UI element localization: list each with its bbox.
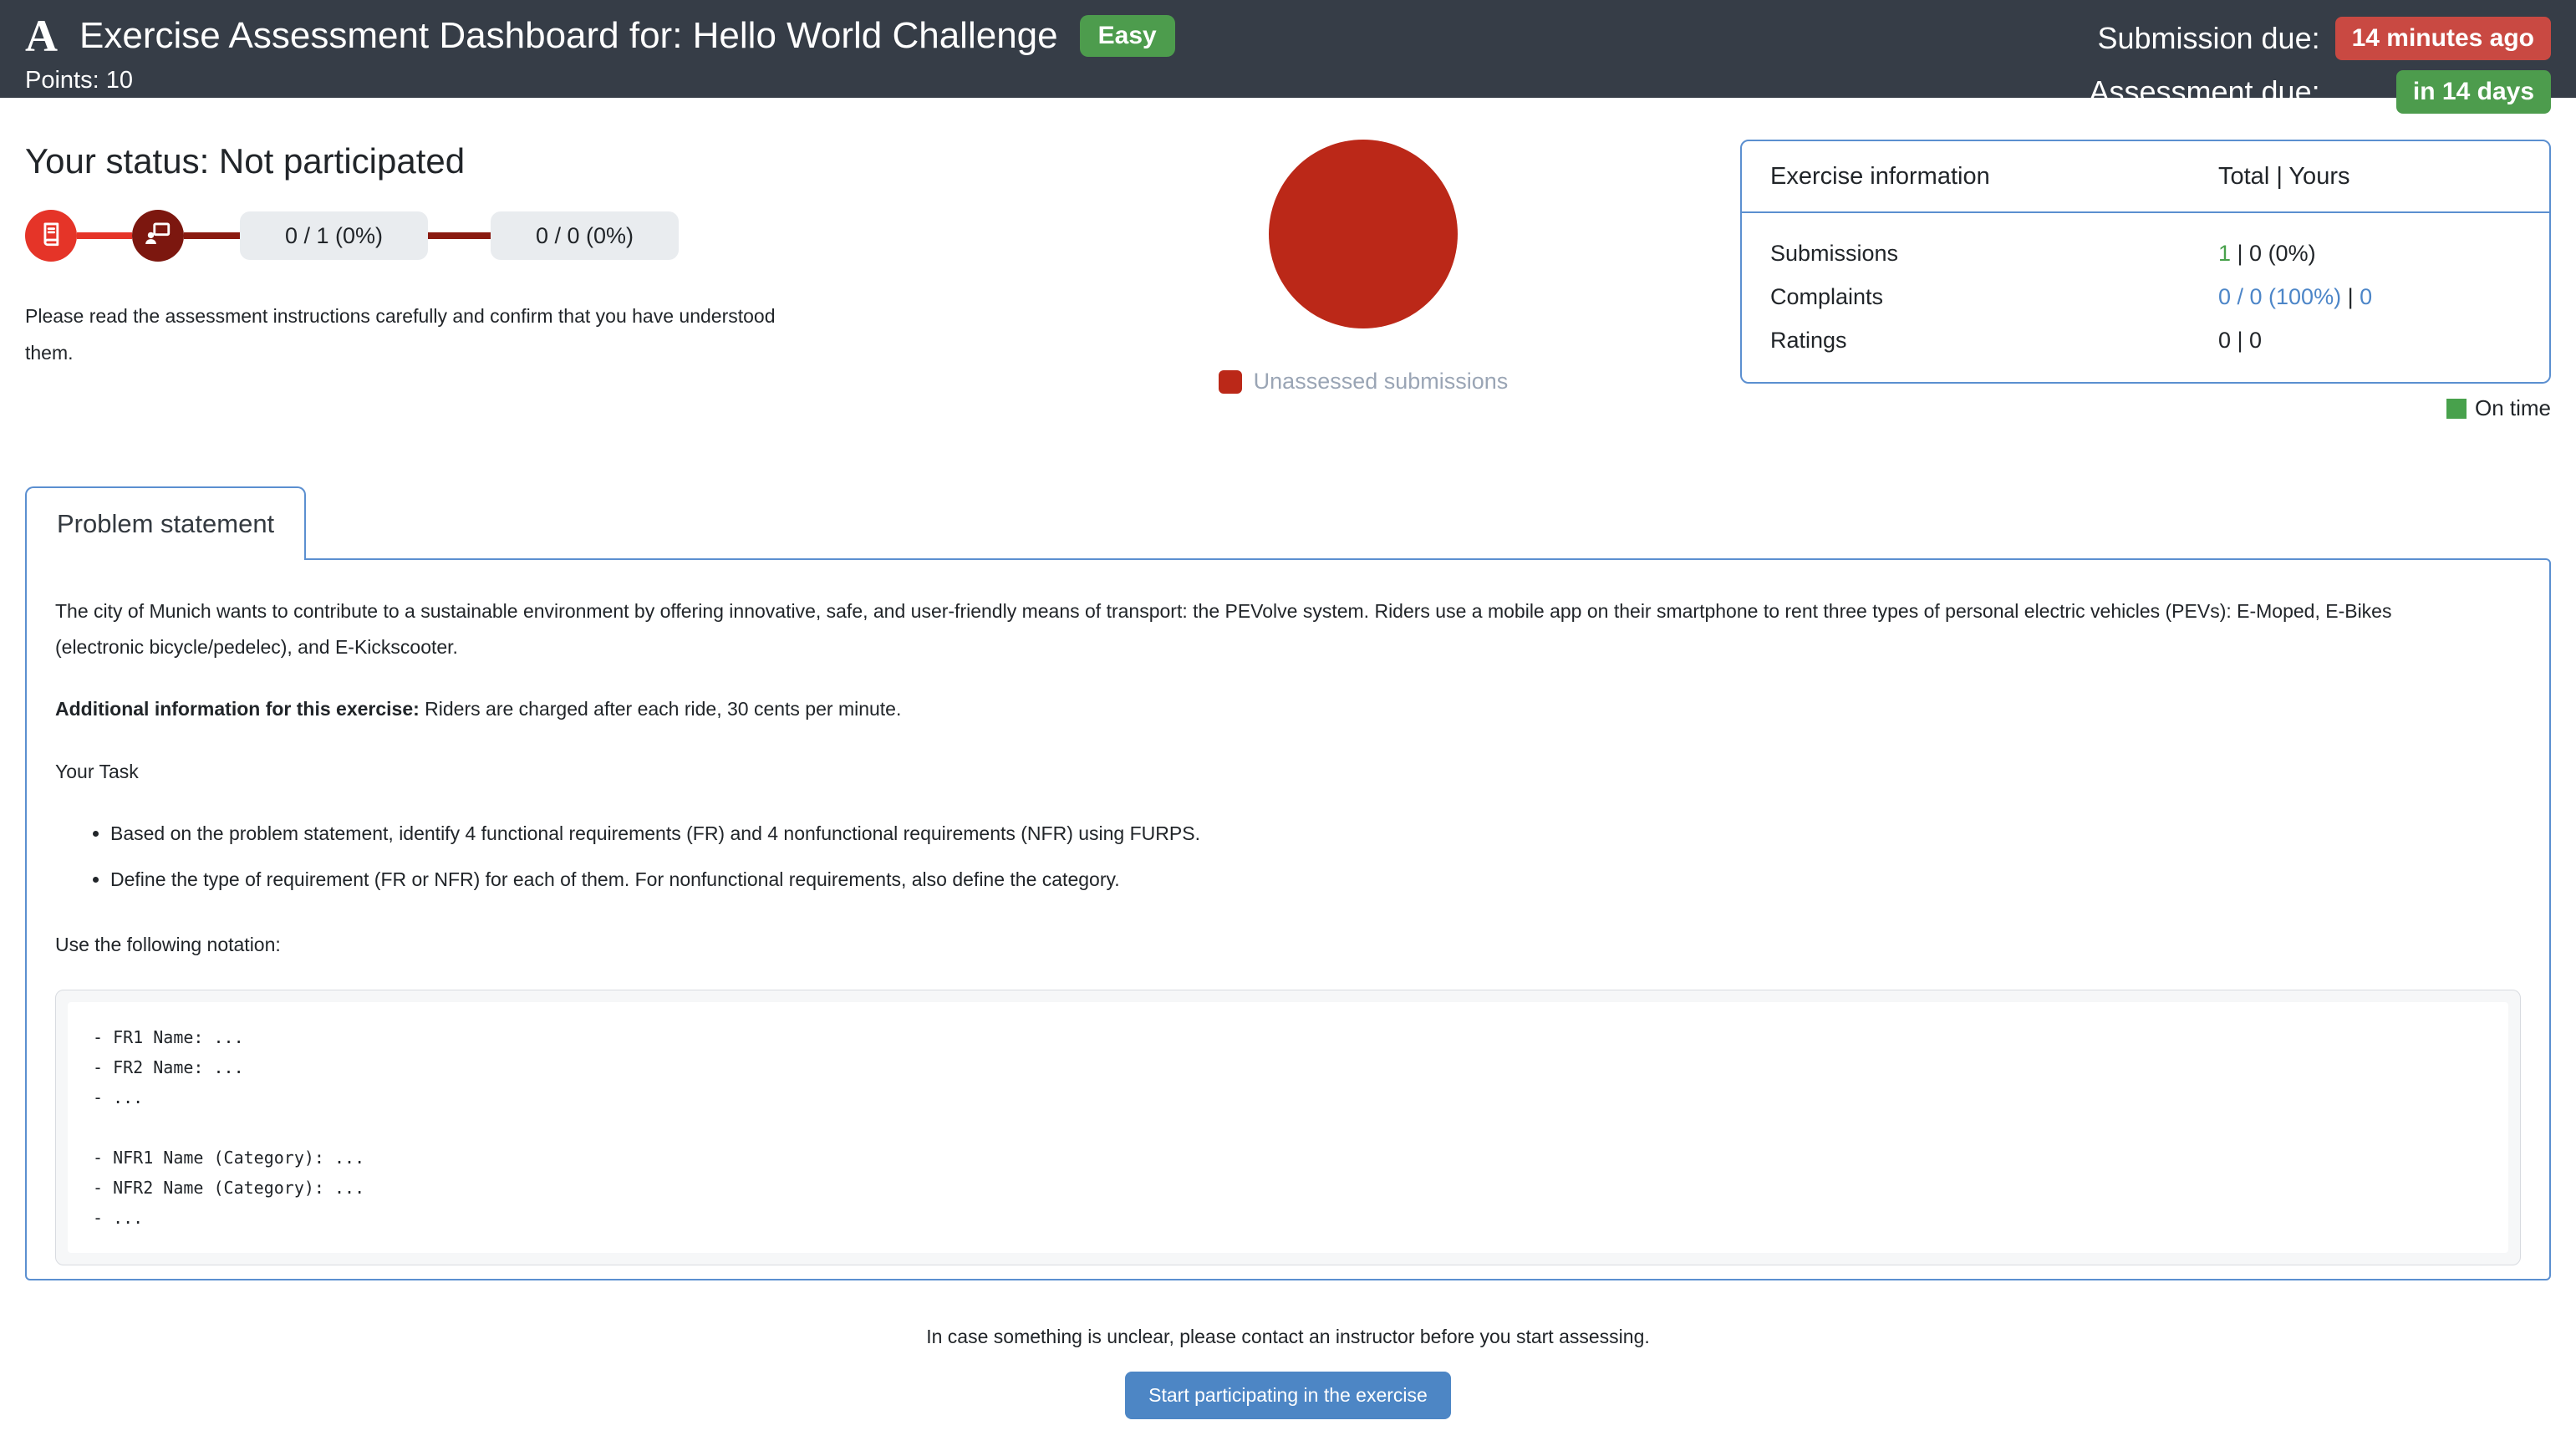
table-row-submissions: Submissions 1 | 0 (0%) — [1770, 232, 2549, 275]
problem-statement-section: Problem statement The city of Munich wan… — [25, 486, 2551, 1280]
app-header: A Exercise Assessment Dashboard for: Hel… — [0, 0, 2576, 98]
book-icon — [37, 220, 65, 252]
table-row-ratings: Ratings 0 | 0 — [1770, 318, 2549, 362]
task-item: Define the type of requirement (FR or NF… — [110, 862, 2521, 898]
notation-code-block: - FR1 Name: ... - FR2 Name: ... - ... - … — [55, 990, 2521, 1265]
submission-due-label: Submission due: — [2097, 21, 2319, 56]
second-round-count-pill: 0 / 0 (0%) — [491, 211, 679, 260]
legend-swatch — [1219, 370, 1242, 394]
ontime-legend: On time — [1740, 395, 2551, 421]
exercise-info-header: Exercise information Total | Yours — [1742, 141, 2549, 213]
header-left: A Exercise Assessment Dashboard for: Hel… — [25, 13, 1175, 94]
chart-legend-item[interactable]: Unassessed submissions — [1219, 369, 1509, 395]
task-heading: Your Task — [55, 754, 2521, 790]
participation-stepper: 0 / 1 (0%) 0 / 0 (0%) — [25, 210, 986, 262]
status-section: Your status: Not participated — [25, 98, 2551, 421]
exercise-info-body: Submissions 1 | 0 (0%) Complaints 0 / 0 … — [1742, 213, 2549, 382]
submission-due-badge: 14 minutes ago — [2335, 17, 2551, 60]
artemis-logo-icon[interactable]: A — [25, 13, 58, 59]
main-content: Your status: Not participated — [0, 98, 2576, 1444]
ontime-swatch — [2446, 399, 2467, 419]
pie-chart[interactable] — [1269, 140, 1458, 328]
exercise-info-card: Exercise information Total | Yours Submi… — [1740, 140, 2551, 384]
page-title: Exercise Assessment Dashboard for: Hello… — [79, 15, 1058, 58]
problem-intro-paragraph: The city of Munich wants to contribute t… — [55, 593, 2479, 664]
difficulty-badge: Easy — [1080, 15, 1175, 57]
points-label: Points: 10 — [25, 67, 1175, 94]
start-participating-button[interactable]: Start participating in the exercise — [1125, 1372, 1451, 1419]
legend-label: Unassessed submissions — [1254, 369, 1509, 395]
ontime-label: On time — [2475, 395, 2551, 421]
row-label: Submissions — [1770, 241, 2218, 267]
contact-instructor-note: In case something is unclear, please con… — [25, 1326, 2551, 1348]
row-label: Ratings — [1770, 328, 2218, 354]
additional-info-label: Additional information for this exercise… — [55, 698, 420, 720]
page: A Exercise Assessment Dashboard for: Hel… — [0, 0, 2576, 1456]
row-value: 0 | 0 — [2218, 328, 2549, 354]
status-heading: Your status: Not participated — [25, 141, 986, 181]
row-label: Complaints — [1770, 284, 2218, 310]
assessment-due-badge: in 14 days — [2396, 70, 2551, 114]
table-row-complaints: Complaints 0 / 0 (100%) | 0 — [1770, 275, 2549, 318]
footer-section: In case something is unclear, please con… — [25, 1326, 2551, 1444]
task-item: Based on the problem statement, identify… — [110, 816, 2521, 852]
problem-statement-panel: The city of Munich wants to contribute t… — [25, 558, 2551, 1280]
tab-problem-statement[interactable]: Problem statement — [25, 486, 306, 560]
assessment-instruction-text: Please read the assessment instructions … — [25, 298, 777, 371]
additional-info-paragraph: Additional information for this exercise… — [55, 691, 2521, 727]
status-column: Your status: Not participated — [25, 98, 986, 371]
notation-code: - FR1 Name: ... - FR2 Name: ... - ... - … — [68, 1002, 2508, 1253]
task-list: Based on the problem statement, identify… — [55, 816, 2521, 897]
row-value: 1 | 0 (0%) — [2218, 241, 2549, 267]
row-value[interactable]: 0 / 0 (100%) | 0 — [2218, 284, 2549, 310]
exercise-info-title: Exercise information — [1770, 163, 2218, 191]
submissions-chart-column: Unassessed submissions — [986, 140, 1740, 395]
assessed-count-pill: 0 / 1 (0%) — [240, 211, 428, 260]
stepper-connector — [184, 232, 240, 239]
assessment-due-label: Assessment due: — [2089, 74, 2319, 109]
exercise-info-column: Exercise information Total | Yours Submi… — [1740, 140, 2551, 421]
stepper-connector — [428, 232, 491, 239]
assessment-step — [132, 210, 184, 262]
header-deadlines: Submission due: 14 minutes ago Assessmen… — [2089, 13, 2551, 114]
notation-intro: Use the following notation: — [55, 927, 2521, 963]
chalkboard-teacher-icon — [144, 220, 172, 252]
exercise-info-columns: Total | Yours — [2218, 163, 2549, 191]
stepper-connector — [77, 232, 132, 239]
instructions-step — [25, 210, 77, 262]
